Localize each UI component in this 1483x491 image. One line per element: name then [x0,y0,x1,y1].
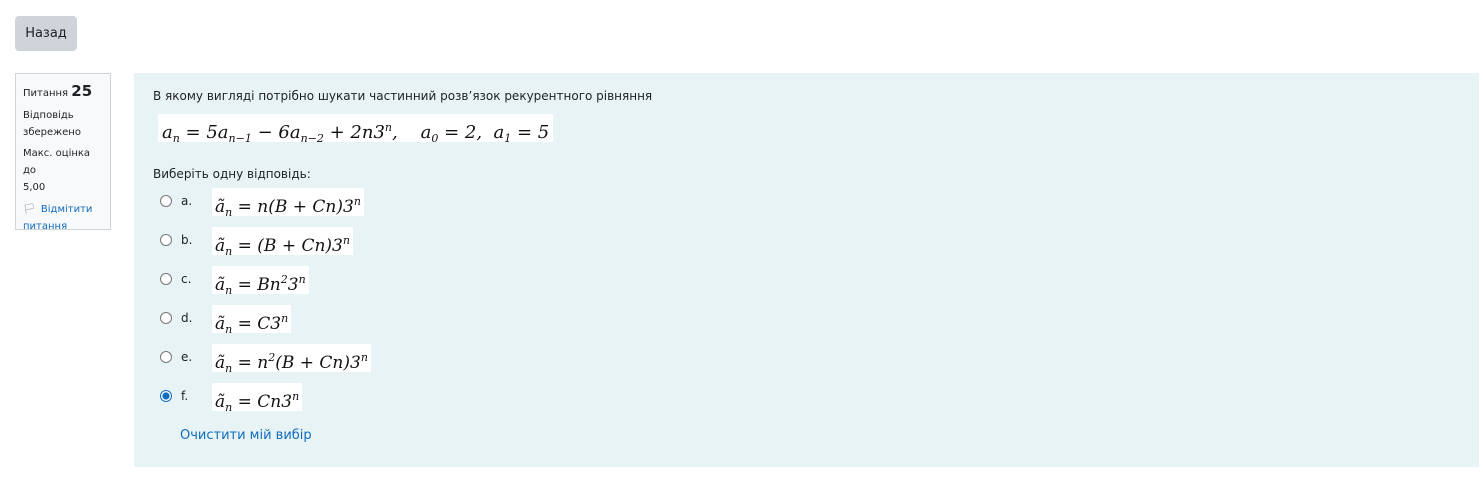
option-d-radio[interactable] [160,312,172,324]
option-b-radio[interactable] [160,234,172,246]
flag-outline-icon: 🏳︎ [23,204,36,215]
option-b-letter: b. [181,233,193,247]
back-button[interactable]: Назад [15,16,77,51]
question-info-panel: Питання 25 Відповідь збережено Макс. оці… [15,73,111,232]
option-e-radio[interactable] [160,351,172,363]
option-a-formula: ãn = n(B + Cn)3n [212,188,364,219]
option-d-letter: d. [181,311,193,325]
option-a-letter: a. [181,194,193,208]
option-c-radio[interactable] [160,273,172,285]
question-label: Питання [23,88,69,99]
answer-state-line1: Відповідь [23,110,74,121]
flag-question-link[interactable]: 🏳︎ Відмітити питання [23,201,103,235]
option-e-formula: ãn = n2(B + Cn)3n [212,344,371,375]
answer-prompt: Виберіть одну відповідь: [153,167,311,181]
option-f-letter: f. [181,389,189,403]
recurrence-equation: an = 5an−1 − 6an−2 + 2n3n, a0 = 2, a1 = … [158,114,554,145]
option-c-letter: c. [181,272,192,286]
answer-state: Відповідь збережено [23,107,103,141]
flag-line2: питання [23,221,68,232]
question-content: В якому вигляді потрібно шукати частинни… [134,73,1479,467]
clear-choice-link[interactable]: Очистити мій вибір [180,428,312,443]
answer-state-line2: збережено [23,127,81,138]
question-number-line: Питання 25 [23,80,103,105]
max-grade: Макс. оцінка до 5,00 [23,145,103,196]
max-grade-value: 5,00 [23,182,46,193]
option-a-radio[interactable] [160,195,172,207]
option-c-formula: ãn = Bn23n [212,266,309,297]
flag-line1: Відмітити [40,204,93,215]
option-d-formula: ãn = C3n [212,305,292,336]
option-f-radio[interactable] [160,390,172,402]
question-number: 25 [71,82,93,100]
max-grade-label: Макс. оцінка до [23,148,91,176]
question-text: В якому вигляді потрібно шукати частинни… [153,89,653,103]
option-e-letter: e. [181,350,193,364]
option-b-formula: ãn = (B + Cn)3n [212,227,353,258]
option-f-formula: ãn = Cn3n [212,383,303,414]
